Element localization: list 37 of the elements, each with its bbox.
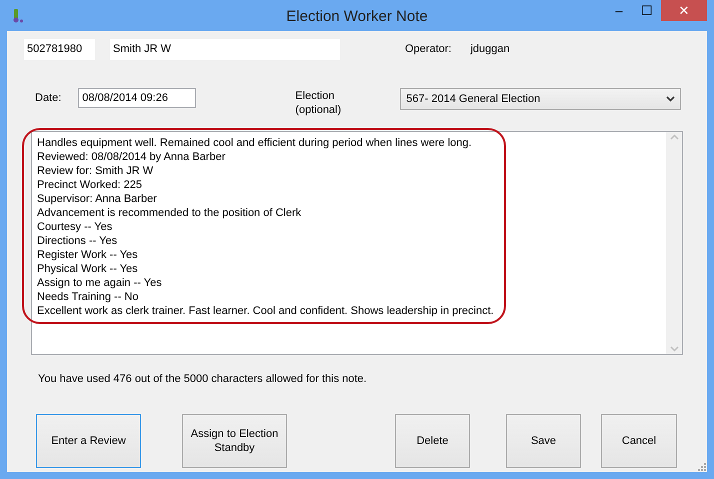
note-line: Handles equipment well. Remained cool and efficient during period when lines were long.: [37, 136, 472, 150]
worker-name-field[interactable]: Smith JR W: [110, 39, 340, 60]
window-title: Election Worker Note: [286, 8, 428, 25]
note-line: Directions -- Yes: [37, 234, 118, 248]
note-line: Precinct Worked: 225: [37, 178, 142, 192]
scroll-down-icon[interactable]: [670, 346, 678, 352]
action-button[interactable]: Delete: [395, 414, 470, 468]
note-line: Assign to me again -- Yes: [37, 276, 162, 290]
minimize-button[interactable]: ‒: [605, 0, 633, 21]
worker-id-field[interactable]: 502781980: [24, 39, 95, 60]
note-line: Review for: Smith JR W: [37, 164, 154, 178]
note-line: Courtesy -- Yes: [37, 220, 112, 234]
resize-grip-icon[interactable]: [698, 463, 706, 471]
action-button[interactable]: Assign to Election Standby: [182, 414, 287, 468]
usage-text: You have used 476 out of the 5000 characters allowed for this note.: [38, 372, 367, 387]
election-dropdown[interactable]: 567- 2014 General Election: [400, 88, 682, 110]
note-line: Needs Training -- No: [37, 290, 138, 304]
close-button[interactable]: ✕: [661, 0, 707, 21]
action-button[interactable]: Enter a Review: [36, 414, 141, 468]
action-button[interactable]: Cancel: [601, 414, 677, 468]
note-line: Register Work -- Yes: [37, 248, 138, 262]
date-field[interactable]: 08/08/2014 09:26: [78, 88, 196, 108]
note-line: Physical Work -- Yes: [37, 262, 138, 276]
action-button[interactable]: Save: [506, 414, 581, 468]
scroll-up-icon[interactable]: [670, 134, 678, 140]
note-text-area[interactable]: [31, 131, 683, 355]
date-label: Date:: [35, 91, 62, 106]
operator-value: jduggan: [470, 42, 510, 58]
note-line: Advancement is recommended to the position of Clerk: [37, 206, 302, 220]
election-label: Election (optional): [295, 89, 342, 117]
note-line: Excellent work as clerk trainer. Fast learner. Cool and confident. Shows leadership in precinct.: [37, 304, 494, 318]
operator-label: Operator:: [405, 42, 452, 58]
caret-icon: [666, 96, 676, 102]
note-line: Reviewed: 08/08/2014 by Anna Barber: [37, 150, 226, 164]
app-icon: [11, 8, 25, 24]
note-line: Supervisor: Anna Barber: [37, 192, 157, 206]
maximize-button[interactable]: ☐: [633, 0, 661, 21]
